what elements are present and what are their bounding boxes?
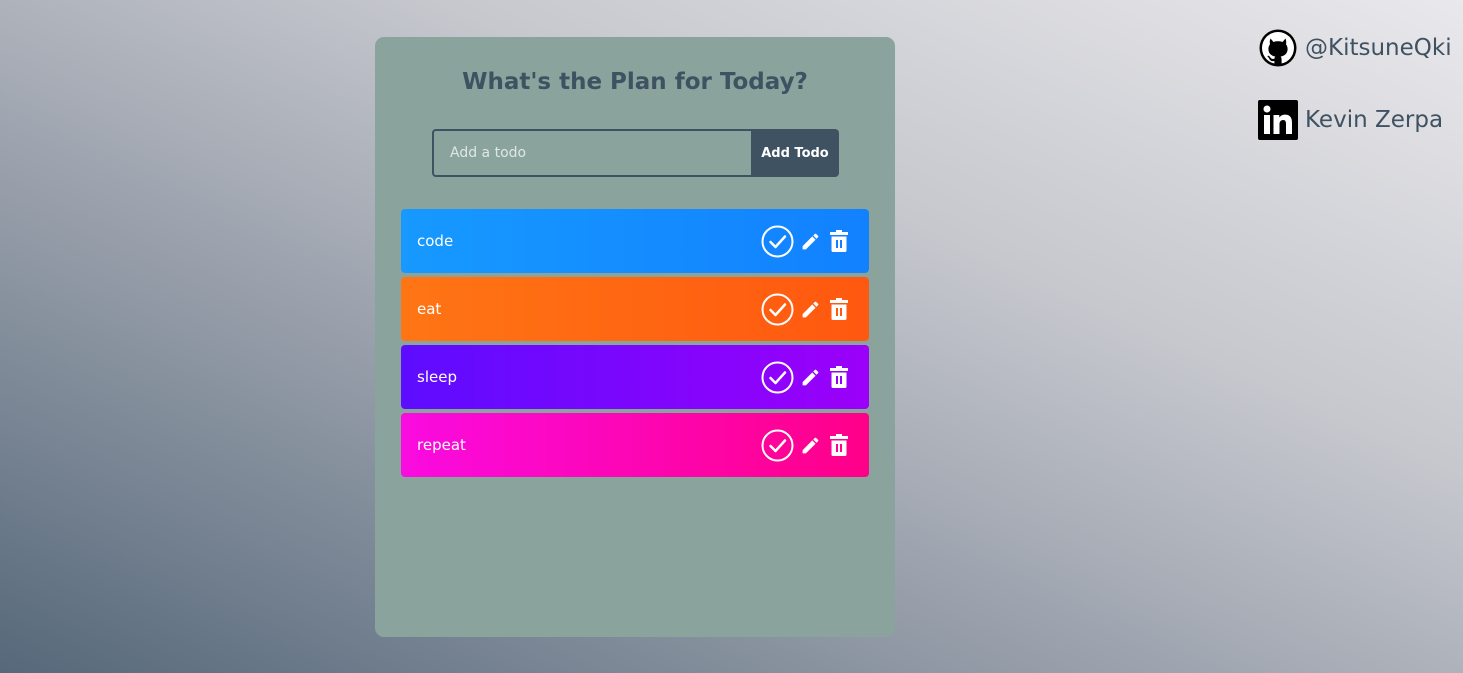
todo-item: repeat — [401, 413, 869, 477]
trash-icon[interactable] — [829, 230, 849, 252]
check-circle-icon[interactable] — [761, 293, 794, 326]
linkedin-link[interactable]: Kevin Zerpa — [1258, 100, 1443, 140]
page-title: What's the Plan for Today? — [462, 69, 808, 95]
todo-input[interactable] — [432, 129, 751, 177]
todo-actions — [761, 293, 849, 326]
pencil-icon[interactable] — [800, 435, 821, 456]
todo-item: code — [401, 209, 869, 273]
todo-actions — [761, 225, 849, 258]
check-circle-icon[interactable] — [761, 429, 794, 462]
github-username: @KitsuneQki — [1305, 35, 1452, 61]
todo-text[interactable]: repeat — [417, 436, 466, 454]
pencil-icon[interactable] — [800, 299, 821, 320]
add-todo-button[interactable]: Add Todo — [751, 129, 839, 177]
trash-icon[interactable] — [829, 366, 849, 388]
check-circle-icon[interactable] — [761, 361, 794, 394]
todo-text[interactable]: eat — [417, 300, 441, 318]
pencil-icon[interactable] — [800, 367, 821, 388]
linkedin-icon — [1258, 100, 1298, 140]
todo-form: Add Todo — [432, 129, 839, 177]
github-icon — [1258, 28, 1298, 68]
github-link[interactable]: @KitsuneQki — [1258, 28, 1452, 68]
todo-text[interactable]: sleep — [417, 368, 457, 386]
trash-icon[interactable] — [829, 298, 849, 320]
todo-actions — [761, 429, 849, 462]
todo-item: sleep — [401, 345, 869, 409]
todo-app-card: What's the Plan for Today? Add Todo code… — [375, 37, 895, 637]
todo-item: eat — [401, 277, 869, 341]
todo-list: code eat sleep repeat — [401, 209, 869, 481]
check-circle-icon[interactable] — [761, 225, 794, 258]
linkedin-name: Kevin Zerpa — [1305, 107, 1444, 133]
todo-text[interactable]: code — [417, 232, 453, 250]
trash-icon[interactable] — [829, 434, 849, 456]
pencil-icon[interactable] — [800, 231, 821, 252]
todo-actions — [761, 361, 849, 394]
